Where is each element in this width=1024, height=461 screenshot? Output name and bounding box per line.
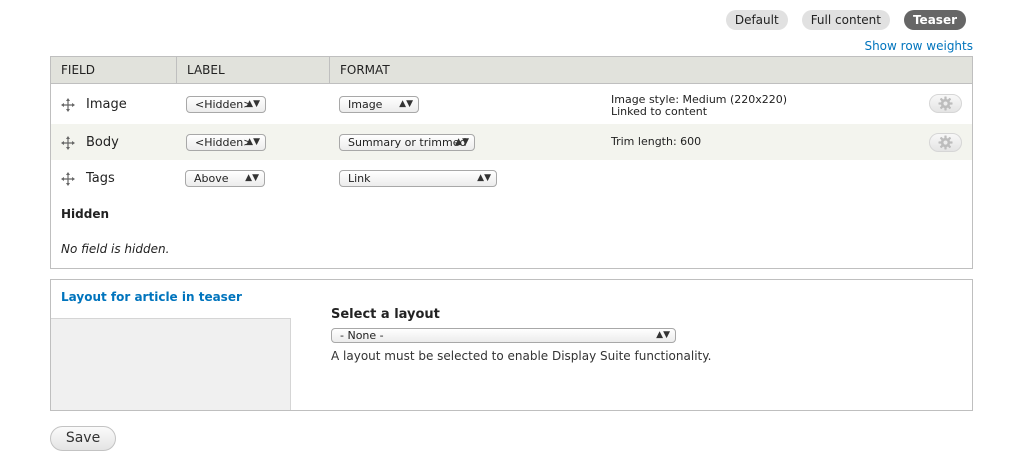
hidden-region-empty-text: No field is hidden.	[61, 242, 170, 256]
table-row-tags: Tags Above ▲▼ Link ▲▼	[51, 160, 972, 196]
settings-button[interactable]	[929, 94, 962, 113]
table-row-body: Body <Hidden> ▲▼ Summary or trimmed ▲▼ T…	[51, 124, 972, 160]
label-select[interactable]: Above ▲▼	[185, 170, 265, 187]
format-select[interactable]: Image ▲▼	[339, 96, 419, 113]
label-select[interactable]: <Hidden> ▲▼	[186, 134, 266, 151]
header-field: FIELD	[61, 63, 95, 77]
tab-default[interactable]: Default	[725, 10, 788, 30]
tab-teaser[interactable]: Teaser	[903, 10, 966, 30]
hidden-region-title: Hidden	[61, 207, 110, 221]
save-button[interactable]: Save	[50, 426, 116, 451]
label-select-value: <Hidden>	[195, 136, 253, 149]
field-name: Body	[86, 135, 119, 150]
view-mode-tabs: Default Full content Teaser	[725, 10, 966, 30]
gear-icon	[938, 135, 953, 150]
drag-handle-icon[interactable]	[61, 136, 75, 150]
layout-description: A layout must be selected to enable Disp…	[331, 349, 712, 363]
format-summary: Trim length: 600	[611, 136, 701, 148]
format-select-value: Image	[348, 98, 383, 111]
format-select[interactable]: Link ▲▼	[339, 170, 497, 187]
select-arrows-icon: ▲▼	[455, 137, 469, 147]
select-arrows-icon: ▲▼	[246, 137, 260, 147]
label-select-value: <Hidden>	[195, 98, 253, 111]
header-format: FORMAT	[329, 57, 390, 84]
select-arrows-icon: ▲▼	[245, 173, 259, 183]
select-arrows-icon: ▲▼	[656, 330, 670, 340]
field-name: Tags	[86, 171, 115, 186]
format-select-value: Link	[348, 172, 371, 185]
show-row-weights-link[interactable]: Show row weights	[864, 39, 973, 53]
tab-full-content[interactable]: Full content	[801, 10, 890, 30]
select-layout-label: Select a layout	[331, 307, 440, 322]
label-select-value: Above	[194, 172, 229, 185]
table-row-image: Image <Hidden> ▲▼ Image ▲▼ Image style: …	[51, 86, 972, 122]
format-select[interactable]: Summary or trimmed ▲▼	[339, 134, 475, 151]
layout-section-title[interactable]: Layout for article in teaser	[61, 290, 242, 304]
format-select-value: Summary or trimmed	[348, 136, 467, 149]
layout-select-value: - None -	[340, 329, 384, 342]
select-arrows-icon: ▲▼	[477, 173, 491, 183]
field-name: Image	[86, 97, 127, 112]
layout-settings: Layout for article in teaser Select a la…	[50, 279, 973, 411]
header-label: LABEL	[176, 57, 329, 84]
layout-select[interactable]: - None - ▲▼	[331, 328, 676, 343]
label-select[interactable]: <Hidden> ▲▼	[186, 96, 266, 113]
select-arrows-icon: ▲▼	[246, 99, 260, 109]
drag-handle-icon[interactable]	[61, 98, 75, 112]
gear-icon	[938, 96, 953, 111]
table-header: FIELD LABEL FORMAT	[51, 57, 972, 84]
settings-button[interactable]	[929, 133, 962, 152]
select-arrows-icon: ▲▼	[399, 99, 413, 109]
summary-line: Linked to content	[611, 105, 708, 118]
layout-preview	[51, 318, 291, 410]
drag-handle-icon[interactable]	[61, 172, 75, 186]
fields-table: FIELD LABEL FORMAT Image <Hidden> ▲▼ Ima…	[50, 56, 973, 269]
summary-line: Trim length: 600	[611, 135, 702, 148]
format-summary: Image style: Medium (220x220) Linked to …	[611, 94, 787, 118]
